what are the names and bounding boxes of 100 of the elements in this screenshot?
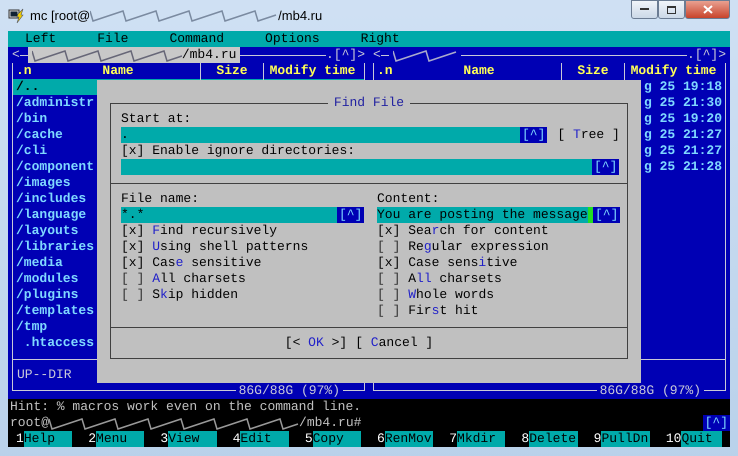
history-button[interactable]: [^] [592,159,620,175]
column-header[interactable]: Size [577,63,609,78]
function-key-button[interactable]: Copy [312,431,362,447]
checkbox[interactable]: [ ] All charsets [377,271,502,287]
checkbox[interactable]: [x] Case sensitive [121,255,262,271]
sort-indicator[interactable]: .n [16,63,76,79]
file-name[interactable]: /administr [16,95,94,111]
file-name[interactable]: /plugins [16,287,78,303]
column-header[interactable]: Size [216,63,248,78]
function-key-button[interactable]: Menu [96,431,144,447]
history-button[interactable]: .[^]> [686,47,726,63]
file-name[interactable]: /layouts [16,223,78,239]
file-name[interactable]: .htaccess [16,335,94,351]
key-number: 6 [376,431,385,447]
checkbox[interactable]: [x] Find recursively [121,223,278,239]
checkbox[interactable]: [ ] Regular expression [377,239,549,255]
file-name[interactable]: /language [16,207,86,223]
history-button[interactable]: [^] [702,415,730,431]
file-name[interactable]: /images [16,175,71,191]
terminal-app-icon [8,8,24,24]
history-button[interactable]: [^] [520,127,548,143]
file-date: g 25 21:28 [644,159,722,174]
minimize-button[interactable] [631,0,658,19]
file-date: g 25 21:27 [644,143,722,158]
file-name[interactable]: /cache [16,127,63,143]
menu-item[interactable]: Left [25,31,56,47]
file-name[interactable]: /includes [16,191,86,207]
history-button[interactable]: [^] [593,207,620,223]
field-label: File name: [121,191,200,207]
file-date: g 25 21:30 [644,95,722,110]
prompt-text: root@ [10,415,50,431]
menu-item[interactable]: Right [360,31,400,47]
function-key-button[interactable]: Mkdir [457,431,506,447]
menu-item[interactable]: Command [169,31,224,47]
function-key-button[interactable]: Help [24,431,72,447]
file-name[interactable]: /tmp [16,319,48,335]
file-name[interactable]: /cli [16,143,48,159]
file-date: g 25 19:20 [644,111,722,126]
checkbox[interactable]: [x] Using shell patterns [121,239,308,255]
maximize-button[interactable] [658,0,685,19]
dialog-button[interactable]: [ Cancel ] [355,335,434,351]
file-name[interactable]: /media [16,255,63,271]
file-date: g 25 21:27 [644,127,722,142]
key-number: 7 [448,431,458,447]
key-number: 8 [520,431,530,447]
column-header[interactable]: Name [437,63,561,79]
close-button[interactable] [685,0,730,19]
window-title: /mb4.ru [278,8,322,23]
file-date: g 25 19:18 [644,79,722,94]
file-name[interactable]: /component [16,159,94,175]
file-name[interactable]: /templates [16,303,94,319]
checkbox[interactable]: [x] Case sensitive [377,255,518,271]
field-label: Content: [377,191,440,207]
checkbox[interactable]: [ ] All charsets [121,271,246,287]
checkbox[interactable]: [x] Search for content [377,223,549,239]
key-number: 9 [592,431,602,447]
input-field[interactable] [121,159,592,175]
history-button[interactable]: .[^]> [326,47,365,63]
tree-button[interactable]: [ Tree ] [557,127,620,143]
checkbox[interactable]: [x] Enable ignore directories: [121,143,356,159]
disk-free-text: 86G/88G (97%) [596,383,704,399]
column-header[interactable]: Modify time [630,63,716,78]
function-key-button[interactable]: Delete [529,431,578,447]
close-icon [702,5,712,14]
maximize-icon [667,6,676,14]
input-field[interactable]: . [121,127,520,143]
hint-text: Hint: % macros work even on the command line. [9,399,362,415]
checkbox[interactable]: [ ] First hit [377,303,478,319]
function-key-button[interactable]: PullDn [601,431,650,447]
input-field[interactable]: *.* [121,207,337,223]
menu-item[interactable]: File [97,31,128,47]
checkbox[interactable]: [ ] Whole words [377,287,494,303]
column-header[interactable]: Modify time [270,63,356,78]
function-key-button[interactable]: Edit [240,431,289,447]
file-name[interactable]: /libraries [16,239,94,255]
status-text: UP--DIR [17,367,72,383]
checkbox[interactable]: [ ] Skip hidden [121,287,238,303]
minimize-icon [640,8,649,11]
key-number: 5 [304,431,313,447]
key-number: 2 [87,431,96,447]
input-field[interactable]: You are posting the message [377,207,593,223]
history-button[interactable]: [^] [337,207,364,223]
file-name[interactable]: /.. [16,79,40,95]
window-title: mc [root@ [30,8,90,23]
sort-indicator[interactable]: .n [377,63,437,79]
key-number: 10 [664,431,682,447]
menu-item[interactable]: Options [265,31,320,47]
function-key-button[interactable]: Quit [681,431,722,447]
column-header[interactable]: Name [76,63,200,79]
function-key-button[interactable]: RenMov [384,431,434,447]
file-name[interactable]: /modules [16,271,78,287]
text-cursor [588,207,593,223]
dialog-button[interactable]: [< OK >] [284,335,348,351]
panel-path: /mb4.ru [28,47,240,63]
key-number: 4 [232,431,240,447]
function-key-button[interactable]: View [168,431,217,447]
disk-free-text: 86G/88G (97%) [236,383,343,399]
file-name[interactable]: /bin [16,111,48,127]
scribble-drawing [392,48,457,62]
key-number: 1 [15,431,24,447]
